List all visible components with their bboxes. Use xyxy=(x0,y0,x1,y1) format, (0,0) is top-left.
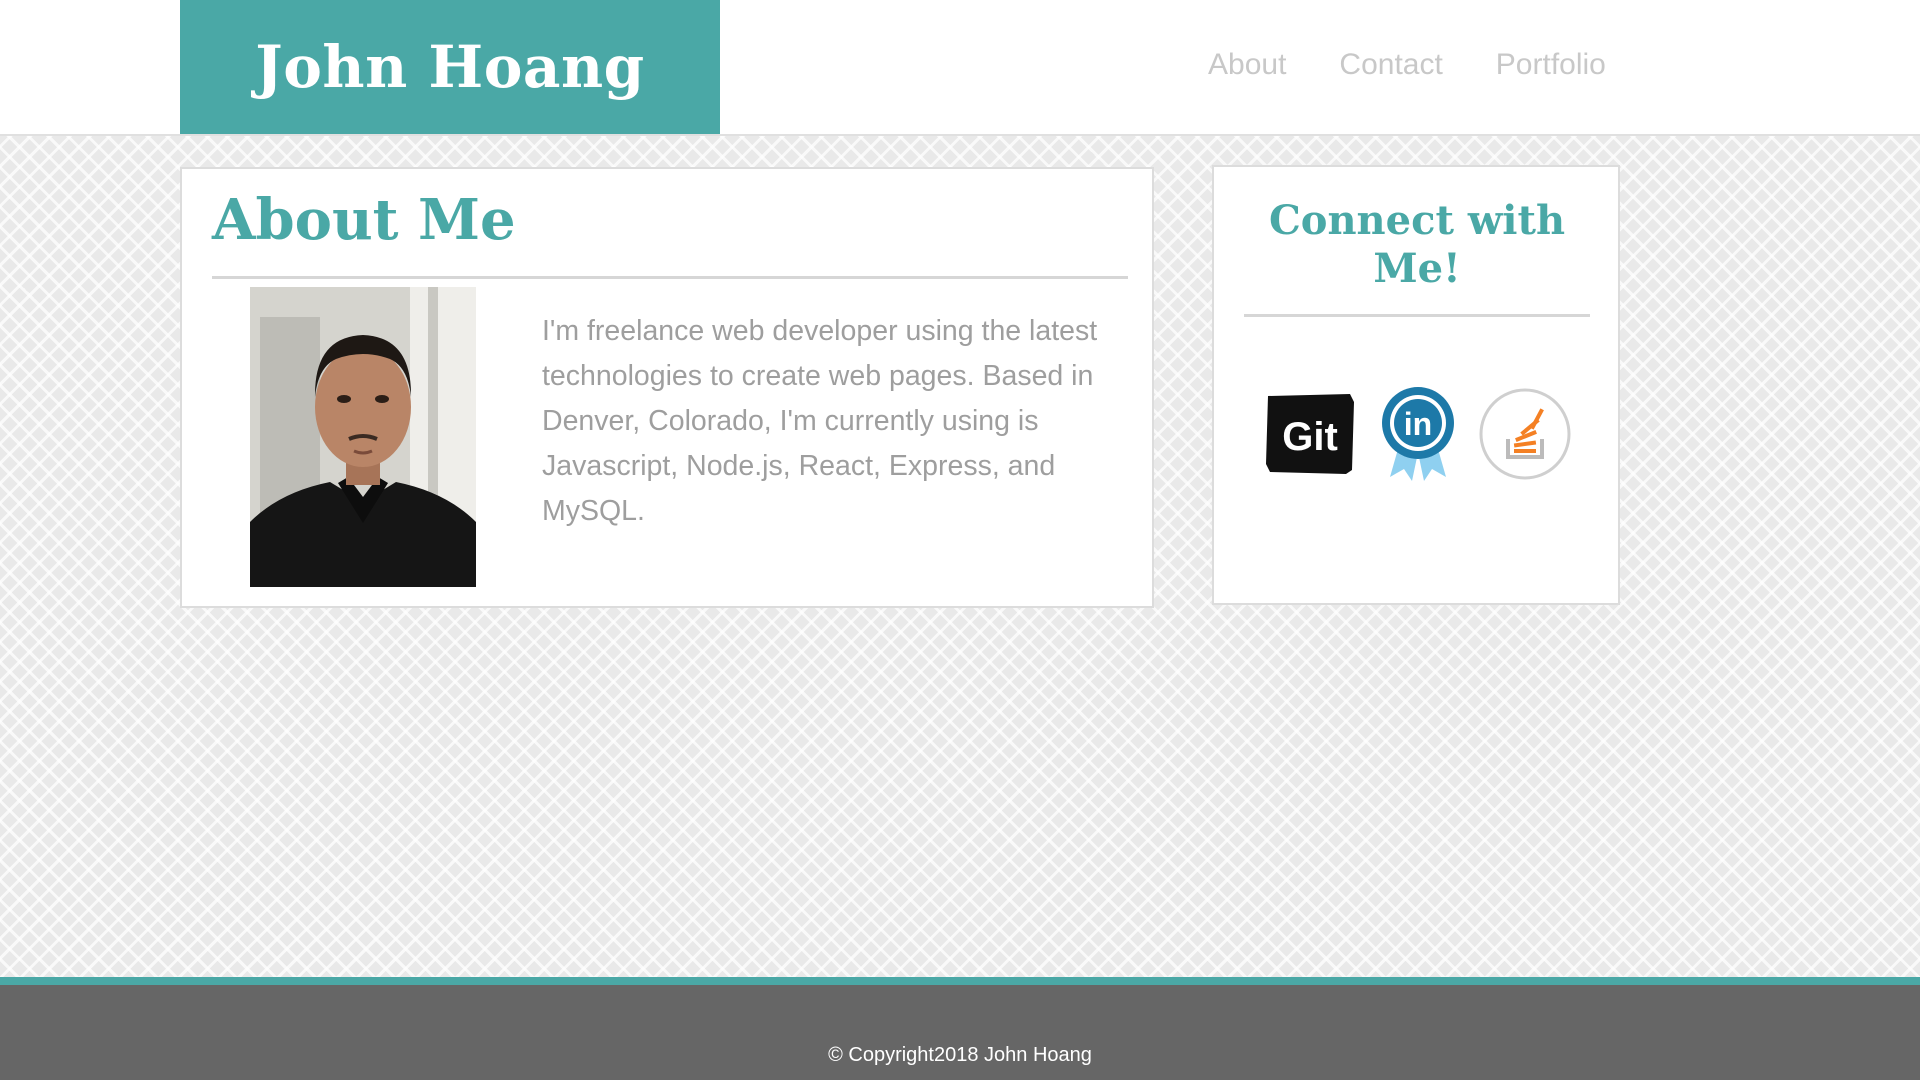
site-footer: © Copyright2018 John Hoang xyxy=(0,985,1920,1080)
brand-block[interactable]: John Hoang xyxy=(180,0,720,134)
svg-text:Git: Git xyxy=(1282,415,1338,459)
footer-accent-bar xyxy=(0,977,1920,985)
nav-link-portfolio[interactable]: Portfolio xyxy=(1496,48,1606,82)
stackoverflow-icon xyxy=(1479,388,1571,480)
about-card: About Me I'm freelance web developer usi… xyxy=(180,167,1154,608)
connect-divider xyxy=(1244,314,1590,317)
site-header: John Hoang About Contact Portfolio xyxy=(0,0,1920,136)
nav-link-about[interactable]: About xyxy=(1208,48,1286,82)
linkedin-link[interactable]: in xyxy=(1380,385,1456,488)
nav-link-contact[interactable]: Contact xyxy=(1339,48,1442,82)
copyright-text: © Copyright2018 John Hoang xyxy=(828,1044,1092,1066)
linkedin-icon: in xyxy=(1382,387,1454,481)
git-icon: Git xyxy=(1266,394,1354,474)
about-divider xyxy=(212,276,1128,279)
bio-text: I'm freelance web developer using the la… xyxy=(542,315,1098,527)
about-title: About Me xyxy=(212,187,516,253)
git-link[interactable]: Git xyxy=(1264,392,1356,481)
profile-photo xyxy=(250,287,476,587)
brand-name[interactable]: John Hoang xyxy=(255,33,644,101)
svg-text:in: in xyxy=(1404,406,1432,442)
main-nav: About Contact Portfolio xyxy=(1208,48,1659,82)
connect-card: Connect with Me! Git in xyxy=(1212,165,1620,605)
stackoverflow-link[interactable] xyxy=(1478,387,1572,486)
connect-title: Connect with Me! xyxy=(1268,197,1566,292)
